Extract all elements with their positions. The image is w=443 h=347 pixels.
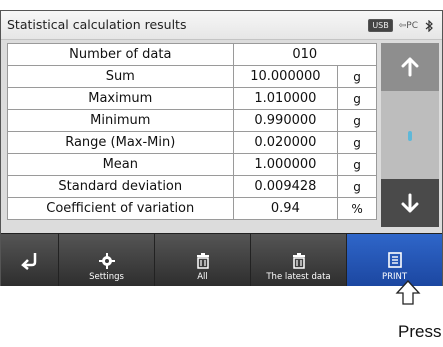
row-value: 010 — [232, 43, 378, 66]
scroll-up-button[interactable] — [381, 43, 439, 91]
scroll-down-button[interactable] — [381, 179, 439, 227]
back-button[interactable] — [1, 234, 59, 286]
table-row: Maximum 1.010000 g — [7, 87, 377, 110]
print-icon — [387, 252, 402, 268]
trash-icon — [292, 253, 305, 269]
row-unit: g — [337, 65, 377, 88]
row-label: Sum — [7, 65, 234, 88]
status-icons: USB ⇦PC — [368, 19, 434, 32]
print-button[interactable]: PRINT — [347, 234, 442, 286]
balance-screen: Statistical calculation results USB ⇦PC … — [0, 10, 443, 286]
bottom-toolbar: Settings All The latest data PRINT — [1, 233, 442, 286]
row-label: Range (Max-Min) — [7, 131, 234, 154]
row-label: Number of data — [7, 43, 234, 66]
row-value: 0.94 — [232, 197, 339, 220]
bluetooth-icon — [425, 19, 433, 32]
scroll-position-indicator[interactable] — [408, 131, 412, 141]
row-value: 0.009428 — [232, 175, 339, 198]
results-table: Number of data 010 Sum 10.000000 g Maxim… — [7, 43, 378, 220]
row-unit: g — [337, 87, 377, 110]
table-row: Range (Max-Min) 0.020000 g — [7, 131, 377, 154]
table-row: Coefficient of variation 0.94 % — [7, 197, 377, 220]
pointer-hand-icon — [395, 280, 421, 305]
row-value: 1.000000 — [232, 153, 339, 176]
row-label: Mean — [7, 153, 234, 176]
scroll-track[interactable] — [381, 91, 439, 179]
row-unit: g — [337, 153, 377, 176]
page-title: Statistical calculation results — [7, 17, 187, 32]
row-value: 0.990000 — [232, 109, 339, 132]
row-unit: g — [337, 175, 377, 198]
latest-data-label: The latest data — [266, 272, 331, 282]
row-value: 10.000000 — [232, 65, 339, 88]
all-label: All — [197, 272, 208, 282]
press-caption: Press — [398, 322, 442, 341]
arrow-up-icon — [401, 57, 419, 77]
row-value: 0.020000 — [232, 131, 339, 154]
arrow-down-icon — [401, 193, 419, 213]
row-label: Minimum — [7, 109, 234, 132]
table-row: Mean 1.000000 g — [7, 153, 377, 176]
table-row: Sum 10.000000 g — [7, 65, 377, 88]
table-row: Number of data 010 — [7, 43, 378, 66]
trash-icon — [196, 253, 209, 269]
row-label: Coefficient of variation — [7, 197, 234, 220]
row-unit: % — [337, 197, 377, 220]
title-bar: Statistical calculation results USB ⇦PC — [1, 11, 442, 40]
settings-label: Settings — [89, 272, 124, 282]
row-label: Standard deviation — [7, 175, 234, 198]
usb-icon: USB — [368, 19, 393, 32]
scroll-bar[interactable] — [381, 43, 439, 227]
row-unit: g — [337, 109, 377, 132]
results-table-area: Number of data 010 Sum 10.000000 g Maxim… — [7, 43, 378, 227]
row-unit: g — [337, 131, 377, 154]
back-arrow-icon — [20, 253, 36, 270]
gear-icon — [98, 253, 115, 269]
table-row: Standard deviation 0.009428 g — [7, 175, 377, 198]
settings-button[interactable]: Settings — [59, 234, 155, 286]
pc-connection-icon: ⇦PC — [398, 20, 418, 31]
row-value: 1.010000 — [232, 87, 339, 110]
row-label: Maximum — [7, 87, 234, 110]
clear-latest-button[interactable]: The latest data — [251, 234, 347, 286]
table-row: Minimum 0.990000 g — [7, 109, 377, 132]
clear-all-button[interactable]: All — [155, 234, 251, 286]
